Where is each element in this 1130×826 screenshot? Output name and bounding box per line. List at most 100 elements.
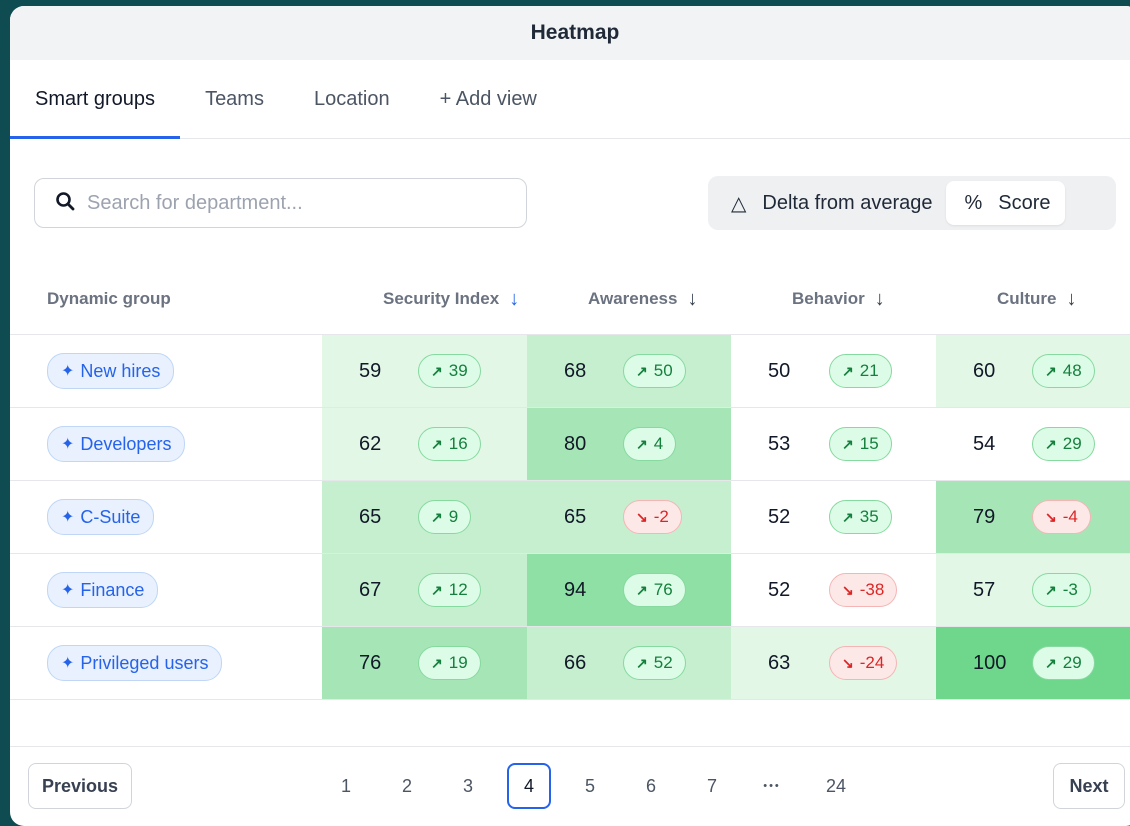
- score-value: 63: [768, 651, 791, 674]
- delta-badge: ↘ -4: [1032, 500, 1091, 534]
- table-header: Dynamic group Security Index ↓ Awareness…: [10, 264, 1130, 335]
- next-label: Next: [1069, 775, 1109, 796]
- page-button[interactable]: 3: [446, 763, 490, 809]
- tab-smart-groups[interactable]: Smart groups: [10, 60, 181, 139]
- delta-label: Delta from average: [762, 191, 933, 214]
- sparkle-icon: ✦: [61, 582, 75, 599]
- trend-down-icon: ↘: [636, 508, 648, 525]
- search-input[interactable]: [85, 190, 489, 216]
- sort-down-icon[interactable]: ↓: [1067, 288, 1077, 311]
- delta-badge: ↘ -2: [623, 500, 682, 534]
- trend-up-icon: ↗: [1045, 581, 1057, 598]
- tab-label: Teams: [205, 87, 264, 110]
- group-chip[interactable]: ✦ New hires: [47, 353, 175, 389]
- percent-icon: %: [964, 191, 983, 214]
- column-dynamic-group: Dynamic group: [47, 264, 171, 334]
- score-value: 52: [768, 578, 791, 601]
- group-chip[interactable]: ✦ Developers: [47, 426, 186, 462]
- column-label: Behavior: [792, 289, 865, 308]
- delta-badge: ↗ 9: [418, 500, 472, 534]
- group-chip[interactable]: ✦ Finance: [47, 572, 159, 608]
- score-value: 94: [564, 578, 587, 601]
- sort-down-icon[interactable]: ↓: [875, 288, 885, 311]
- column-awareness[interactable]: Awareness ↓: [588, 264, 697, 334]
- sparkle-icon: ✦: [61, 655, 75, 672]
- group-cell: ✦ Finance: [47, 554, 159, 626]
- sort-down-icon[interactable]: ↓: [687, 288, 697, 311]
- trend-up-icon: ↗: [431, 581, 443, 598]
- delta-badge: ↘ -24: [829, 646, 898, 680]
- heatmap-cell: 62 ↗ 16: [322, 408, 527, 480]
- ellipsis-icon[interactable]: •••: [750, 763, 794, 809]
- heatmap-cell: 54 ↗ 29: [936, 408, 1130, 480]
- page-button[interactable]: 6: [629, 763, 673, 809]
- heatmap-cell: 65 ↗ 9: [322, 481, 527, 553]
- tab-teams[interactable]: Teams: [205, 60, 264, 138]
- heatmap-cell: 57 ↗ -3: [936, 554, 1130, 626]
- column-behavior[interactable]: Behavior ↓: [792, 264, 885, 334]
- heatmap-cell: 67 ↗ 12: [322, 554, 527, 626]
- heatmap-cell: 63 ↘ -24: [731, 627, 936, 699]
- page-button[interactable]: 2: [385, 763, 429, 809]
- sort-down-icon[interactable]: ↓: [509, 288, 519, 311]
- column-label: Culture: [997, 289, 1057, 308]
- trend-up-icon: ↗: [1045, 435, 1057, 452]
- delta-badge: ↗ 12: [418, 573, 481, 607]
- group-cell: ✦ New hires: [47, 335, 175, 407]
- trend-down-icon: ↘: [842, 654, 854, 671]
- delta-badge: ↗ 48: [1032, 354, 1095, 388]
- delta-badge: ↗ 15: [829, 427, 892, 461]
- search-box[interactable]: [34, 178, 527, 228]
- delta-badge: ↗ 50: [623, 354, 686, 388]
- tab-add-view[interactable]: + Add view: [440, 60, 537, 138]
- score-value: 79: [973, 505, 996, 528]
- score-button[interactable]: % Score: [946, 181, 1065, 225]
- score-value: 59: [359, 359, 382, 382]
- trend-up-icon: ↗: [431, 508, 443, 525]
- trend-up-icon: ↗: [1045, 362, 1057, 379]
- page-button[interactable]: 24: [814, 763, 858, 809]
- delta-badge: ↗ 39: [418, 354, 481, 388]
- column-label: Security Index: [383, 289, 500, 308]
- next-button[interactable]: Next: [1053, 763, 1125, 809]
- delta-value: -24: [859, 653, 885, 672]
- page-button[interactable]: 5: [568, 763, 612, 809]
- score-value: 62: [359, 432, 382, 455]
- heatmap-cell: 60 ↗ 48: [936, 335, 1130, 407]
- trend-up-icon: ↗: [431, 435, 443, 452]
- score-value: 66: [564, 651, 587, 674]
- table-row: ✦ New hires 59 ↗ 39 68 ↗ 50 50 ↗ 21 60 ↗ 48: [10, 335, 1130, 408]
- group-chip[interactable]: ✦ C-Suite: [47, 499, 155, 535]
- delta-value: -2: [653, 507, 669, 526]
- group-label: C-Suite: [80, 506, 141, 527]
- heatmap-cell: 65 ↘ -2: [527, 481, 732, 553]
- page-button[interactable]: 4: [507, 763, 551, 809]
- group-chip[interactable]: ✦ Privileged users: [47, 645, 223, 681]
- score-value: 57: [973, 578, 996, 601]
- page-button[interactable]: 7: [690, 763, 734, 809]
- delta-from-average-button[interactable]: △ Delta from average: [713, 181, 946, 225]
- heatmap-cell: 52 ↗ 35: [731, 481, 936, 553]
- column-security-index[interactable]: Security Index ↓: [383, 264, 519, 334]
- delta-value: 76: [653, 580, 673, 599]
- column-label: Awareness: [588, 289, 678, 308]
- group-label: Privileged users: [80, 652, 209, 673]
- page-button[interactable]: 1: [324, 763, 368, 809]
- previous-button[interactable]: Previous: [28, 763, 132, 809]
- column-culture[interactable]: Culture ↓: [997, 264, 1077, 334]
- delta-value: -3: [1062, 580, 1078, 599]
- heatmap-cell: 100 ↗ 29: [936, 627, 1130, 699]
- heatmap-cell: 59 ↗ 39: [322, 335, 527, 407]
- delta-badge: ↗ 16: [418, 427, 481, 461]
- score-value: 65: [359, 505, 382, 528]
- score-value: 50: [768, 359, 791, 382]
- delta-value: 21: [859, 361, 879, 380]
- tab-location[interactable]: Location: [314, 60, 390, 138]
- delta-value: -4: [1062, 507, 1078, 526]
- delta-value: 9: [448, 507, 459, 526]
- table-body: ✦ New hires 59 ↗ 39 68 ↗ 50 50 ↗ 21 60 ↗ 48 ✦ Developer…: [10, 335, 1130, 700]
- delta-value: 39: [448, 361, 468, 380]
- delta-value: 16: [448, 434, 468, 453]
- delta-badge: ↗ 52: [623, 646, 686, 680]
- pagination: Previous 1 2 3 4 5 6 7 ••• 24 Next: [10, 746, 1130, 826]
